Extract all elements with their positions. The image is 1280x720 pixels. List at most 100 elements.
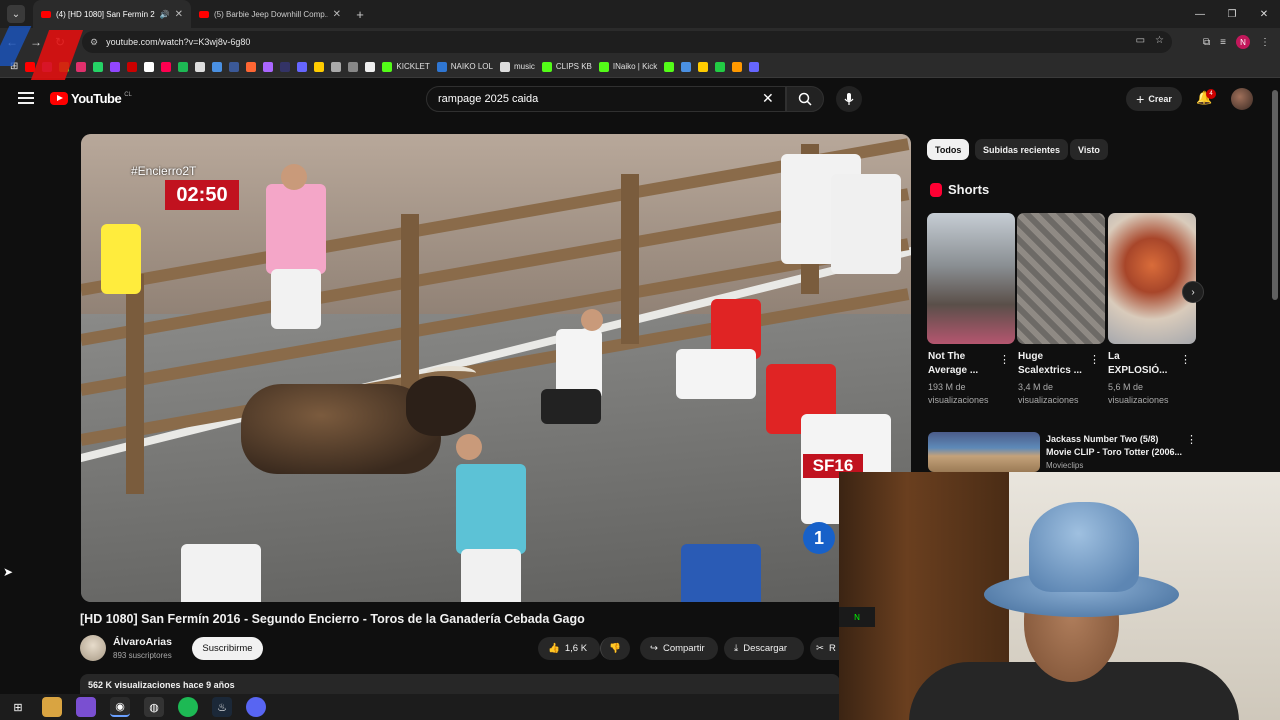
thumbs-up-icon: 👍 bbox=[548, 643, 560, 654]
bookmark-item[interactable]: INaiko | Kick bbox=[598, 61, 657, 72]
folder-icon[interactable] bbox=[76, 697, 96, 717]
windows-taskbar: ⊞ ◉ ◍ ♨ bbox=[0, 694, 839, 720]
voice-search-button[interactable] bbox=[836, 86, 862, 112]
search-button[interactable] bbox=[786, 86, 824, 112]
bookmark-item[interactable]: music bbox=[499, 61, 535, 72]
media-control-icon[interactable]: ≡ bbox=[1220, 37, 1226, 48]
bookmark-item[interactable] bbox=[110, 61, 121, 72]
steam-like-icon[interactable]: ◍ bbox=[144, 697, 164, 717]
chip-todos[interactable]: Todos bbox=[927, 139, 970, 160]
bookmark-item[interactable] bbox=[715, 61, 726, 72]
subscribe-button[interactable]: Suscribirme bbox=[192, 637, 263, 660]
file-explorer-icon[interactable] bbox=[42, 697, 62, 717]
site-info-icon[interactable]: ⚙ bbox=[90, 37, 98, 48]
runner-head bbox=[581, 309, 603, 331]
clip-button[interactable]: ✂ R bbox=[810, 637, 839, 660]
address-bar[interactable]: ⚙ youtube.com/watch?v=K3wj8v-6g80 ▭ ☆ bbox=[82, 31, 1172, 53]
hamburger-menu-icon[interactable] bbox=[18, 92, 34, 104]
cast-icon[interactable]: ▭ bbox=[1136, 35, 1145, 46]
recommended-thumbnail[interactable] bbox=[928, 432, 1040, 472]
channel-avatar[interactable] bbox=[80, 635, 106, 661]
bookmark-item[interactable]: CLIPS KB bbox=[541, 61, 592, 72]
share-button[interactable]: ↪ Compartir bbox=[640, 637, 718, 660]
shorts-next-arrow-icon[interactable]: › bbox=[1182, 281, 1204, 303]
bookmark-item[interactable] bbox=[732, 61, 743, 72]
browser-menu-icon[interactable]: ⋮ bbox=[1260, 37, 1270, 48]
bookmark-item[interactable] bbox=[681, 61, 692, 72]
create-button[interactable]: + Crear bbox=[1126, 87, 1182, 111]
steam-icon[interactable]: ♨ bbox=[212, 697, 232, 717]
bookmark-favicon-icon bbox=[76, 61, 87, 72]
bookmark-item[interactable] bbox=[698, 61, 709, 72]
dislike-button[interactable]: 👎 bbox=[600, 637, 630, 660]
download-button[interactable]: ⤓ Descargar bbox=[724, 637, 804, 660]
short-thumbnail[interactable] bbox=[1108, 213, 1196, 344]
more-options-icon[interactable]: ⋮ bbox=[999, 353, 1010, 366]
like-button[interactable]: 👍 1,6 K bbox=[538, 637, 600, 660]
bookmark-item[interactable]: NAIKO LOL bbox=[436, 61, 493, 72]
tab-barbie-jeep[interactable]: (5) Barbie Jeep Downhill Comp... ✕ bbox=[191, 0, 349, 28]
clear-search-icon[interactable]: ✕ bbox=[762, 90, 774, 107]
close-tab-icon[interactable]: ✕ bbox=[333, 9, 341, 20]
speaker-icon[interactable]: 🔊 bbox=[160, 10, 170, 19]
minimize-button[interactable]: — bbox=[1184, 0, 1216, 28]
youtube-logo[interactable]: YouTube CL bbox=[50, 91, 132, 106]
download-label: Descargar bbox=[743, 643, 788, 654]
page-scrollbar[interactable] bbox=[1272, 90, 1278, 300]
new-tab-button[interactable]: + bbox=[349, 7, 371, 22]
short-title[interactable]: Not The Average ... bbox=[928, 350, 998, 378]
more-options-icon[interactable]: ⋮ bbox=[1186, 433, 1197, 446]
channel-name[interactable]: ÁlvaroArias bbox=[113, 636, 172, 648]
bookmark-item[interactable] bbox=[229, 61, 240, 72]
bookmark-item[interactable] bbox=[664, 61, 675, 72]
like-count: 1,6 K bbox=[564, 643, 588, 654]
close-tab-icon[interactable]: ✕ bbox=[175, 9, 183, 20]
video-title: [HD 1080] San Fermín 2016 - Segundo Enci… bbox=[80, 612, 585, 626]
search-input[interactable]: rampage 2025 caida bbox=[426, 86, 786, 112]
chip-visto[interactable]: Visto bbox=[1070, 139, 1108, 160]
bookmark-star-icon[interactable]: ☆ bbox=[1155, 35, 1164, 46]
bookmark-item[interactable] bbox=[178, 61, 189, 72]
short-thumbnail[interactable] bbox=[927, 213, 1015, 344]
bookmark-item[interactable] bbox=[280, 61, 291, 72]
recommended-channel[interactable]: Movieclips bbox=[1046, 461, 1083, 470]
bookmark-item[interactable] bbox=[314, 61, 325, 72]
bookmark-item[interactable] bbox=[144, 61, 155, 72]
bookmark-item[interactable] bbox=[212, 61, 223, 72]
profile-avatar[interactable]: N bbox=[1236, 35, 1250, 49]
bookmark-item[interactable] bbox=[246, 61, 257, 72]
tab-search-icon[interactable]: ⌄ bbox=[7, 5, 25, 23]
short-title[interactable]: La EXPLOSIÓ... bbox=[1108, 350, 1178, 378]
short-title[interactable]: Huge Scalextrics ... bbox=[1018, 350, 1088, 378]
bookmark-item[interactable] bbox=[161, 61, 172, 72]
bookmark-item[interactable] bbox=[331, 61, 342, 72]
bookmark-item[interactable] bbox=[263, 61, 274, 72]
bookmark-item[interactable] bbox=[348, 61, 359, 72]
tab-san-fermin[interactable]: (4) [HD 1080] San Fermín 2016 🔊 ✕ bbox=[33, 0, 191, 28]
bookmark-item[interactable] bbox=[76, 61, 87, 72]
more-options-icon[interactable]: ⋮ bbox=[1180, 353, 1191, 366]
bookmark-favicon-icon bbox=[263, 61, 274, 72]
maximize-button[interactable]: ❐ bbox=[1216, 0, 1248, 28]
bookmark-item[interactable]: KICKLET bbox=[382, 61, 430, 72]
video-player[interactable]: #Encierro2T 02:50 SF16 1 bbox=[81, 134, 911, 602]
extensions-icon[interactable]: ⧉ bbox=[1203, 37, 1210, 48]
bookmark-item[interactable] bbox=[749, 61, 760, 72]
bookmark-item[interactable] bbox=[297, 61, 308, 72]
chrome-icon[interactable]: ◉ bbox=[110, 697, 130, 717]
discord-icon[interactable] bbox=[246, 697, 266, 717]
bookmark-item[interactable] bbox=[127, 61, 138, 72]
spotify-icon[interactable] bbox=[178, 697, 198, 717]
recommended-title[interactable]: Jackass Number Two (5/8) Movie CLIP - To… bbox=[1046, 433, 1184, 459]
bookmark-item[interactable] bbox=[93, 61, 104, 72]
more-options-icon[interactable]: ⋮ bbox=[1089, 353, 1100, 366]
close-window-button[interactable]: ✕ bbox=[1248, 0, 1280, 28]
chip-subidas-recientes[interactable]: Subidas recientes bbox=[975, 139, 1069, 160]
short-thumbnail[interactable] bbox=[1017, 213, 1105, 344]
bull-horn bbox=[426, 366, 476, 380]
bookmark-item[interactable] bbox=[195, 61, 206, 72]
windows-icon[interactable]: ⊞ bbox=[8, 697, 28, 717]
bookmark-item[interactable] bbox=[365, 61, 376, 72]
account-avatar[interactable] bbox=[1231, 88, 1253, 110]
search-query: rampage 2025 caida bbox=[438, 93, 539, 105]
